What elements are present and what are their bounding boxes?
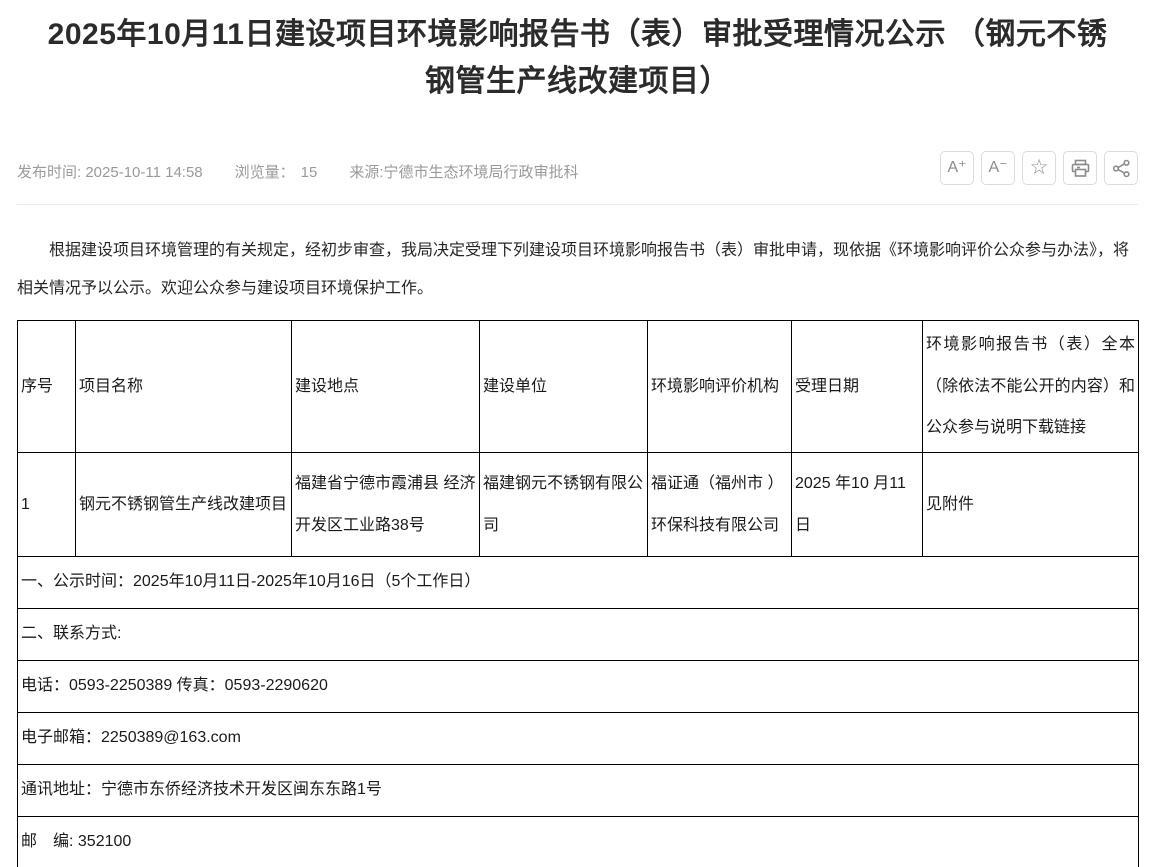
font-increase-button[interactable]: A⁺	[940, 151, 974, 185]
note-row-email: 电子邮箱：2250389@163.com	[18, 713, 1139, 765]
phone-fax-text: 电话：0593-2250389 传真：0593-2290620	[18, 661, 1139, 713]
zipcode-text: 邮 编: 352100	[18, 817, 1139, 867]
view-count-value: 15	[301, 164, 318, 181]
email-text: 电子邮箱：2250389@163.com	[18, 713, 1139, 765]
header-project-name: 项目名称	[76, 321, 292, 453]
contact-heading-text: 二、联系方式:	[18, 609, 1139, 661]
print-button[interactable]	[1063, 151, 1097, 185]
table-header-row: 序号 项目名称 建设地点 建设单位 环境影响评价机构 受理日期 环境影响报告书（…	[18, 321, 1139, 453]
header-download-link: 环境影响报告书（表）全本 （除依法不能公开的内容）和公众参与说明下载链接	[923, 321, 1139, 453]
header-divider	[17, 204, 1138, 205]
view-count: 浏览量： 15	[235, 164, 318, 181]
favorite-button[interactable]: ☆	[1022, 151, 1056, 185]
publicity-period-text: 一、公示时间：2025年10月11日-2025年10月16日（5个工作日）	[18, 557, 1139, 609]
address-text: 通讯地址：宁德市东侨经济技术开发区闽东东路1号	[18, 765, 1139, 817]
cell-eia-agency: 福证通（福州市 ）环保科技有限公司	[648, 453, 792, 557]
a-minus-icon: A⁻	[988, 160, 1007, 176]
cell-location: 福建省宁德市霞浦县 经济开发区工业路38号	[292, 453, 480, 557]
meta-info: 发布时间: 2025-10-11 14:58 浏览量： 15 来源:宁德市生态环境局行…	[17, 161, 579, 185]
page-title: 2025年10月11日建设项目环境影响报告书（表）审批受理情况公示 （钢元不锈钢…	[35, 12, 1120, 105]
note-row-address: 通讯地址：宁德市东侨经济技术开发区闽东东路1号	[18, 765, 1139, 817]
font-decrease-button[interactable]: A⁻	[981, 151, 1015, 185]
article-toolbar: A⁺ A⁻ ☆	[940, 151, 1138, 185]
acceptance-table: 序号 项目名称 建设地点 建设单位 环境影响评价机构 受理日期 环境影响报告书（…	[17, 320, 1139, 867]
star-icon: ☆	[1030, 157, 1049, 178]
note-row-phone-fax: 电话：0593-2250389 传真：0593-2290620	[18, 661, 1139, 713]
cell-attachment: 见附件	[923, 453, 1139, 557]
note-row-publicity-period: 一、公示时间：2025年10月11日-2025年10月16日（5个工作日）	[18, 557, 1139, 609]
a-plus-icon: A⁺	[947, 160, 966, 176]
header-seq: 序号	[18, 321, 76, 453]
header-accept-date: 受理日期	[792, 321, 923, 453]
note-row-contact-heading: 二、联系方式:	[18, 609, 1139, 661]
source-label: 来源:宁德市生态环境局行政审批科	[349, 164, 578, 181]
article-page: 2025年10月11日建设项目环境影响报告书（表）审批受理情况公示 （钢元不锈钢…	[0, 12, 1155, 867]
table-row: 1 钢元不锈钢管生产线改建项目 福建省宁德市霞浦县 经济开发区工业路38号 福建…	[18, 453, 1139, 557]
view-count-label: 浏览量：	[235, 164, 295, 181]
cell-builder: 福建钢元不锈钢有限公司	[480, 453, 648, 557]
publish-time: 发布时间: 2025-10-11 14:58	[17, 164, 203, 181]
cell-seq: 1	[18, 453, 76, 557]
cell-accept-date: 2025 年10 月11 日	[792, 453, 923, 557]
header-eia-agency: 环境影响评价机构	[648, 321, 792, 453]
intro-paragraph: 根据建设项目环境管理的有关规定，经初步审查，我局决定受理下列建设项目环境影响报告…	[17, 232, 1138, 307]
share-icon	[1112, 159, 1131, 178]
header-builder: 建设单位	[480, 321, 648, 453]
meta-row: 发布时间: 2025-10-11 14:58 浏览量： 15 来源:宁德市生态环境局行…	[17, 151, 1138, 185]
note-row-zipcode: 邮 编: 352100	[18, 817, 1139, 867]
share-button[interactable]	[1104, 151, 1138, 185]
cell-project-name: 钢元不锈钢管生产线改建项目	[76, 453, 292, 557]
header-location: 建设地点	[292, 321, 480, 453]
printer-icon	[1071, 159, 1090, 178]
